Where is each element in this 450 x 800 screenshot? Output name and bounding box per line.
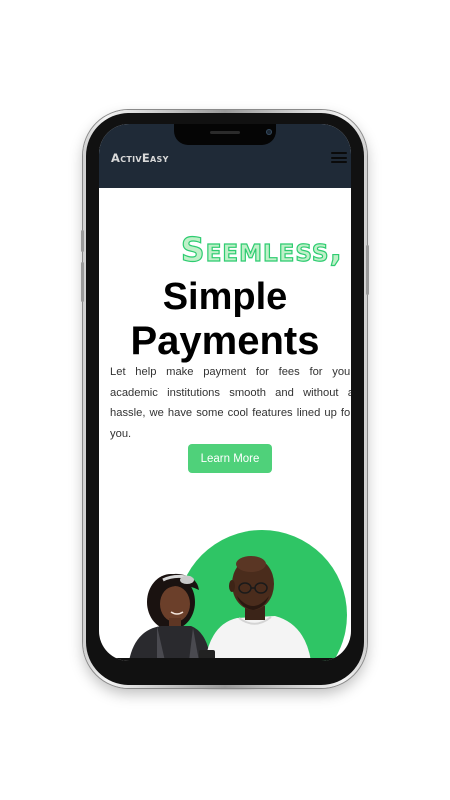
hero-title-accent: Seemless, [180,229,343,269]
learn-more-button[interactable]: Learn More [188,444,272,473]
phone-side-button [366,245,369,295]
phone-side-button [81,262,84,302]
hero-title-line-simple: Simple [162,276,288,318]
brand-logo[interactable]: ActivEasy [111,151,169,165]
hero-description: Let help make payment for fees for your … [110,366,351,440]
man-figure [205,556,311,661]
front-camera-icon [266,129,272,135]
phone-side-button [81,230,84,252]
woman-figure [129,573,211,661]
people-illustration [129,556,311,661]
earpiece-speaker [210,131,240,134]
phone-screen: ActivEasy Seemless, Simple Payments Let … [99,124,351,661]
hamburger-menu-icon[interactable] [331,152,347,163]
screen-bottom-edge [99,658,351,661]
stage: ActivEasy Seemless, Simple Payments Let … [0,0,450,800]
hero-title-line-payments: Payments [130,319,320,363]
phone-notch [174,124,276,145]
